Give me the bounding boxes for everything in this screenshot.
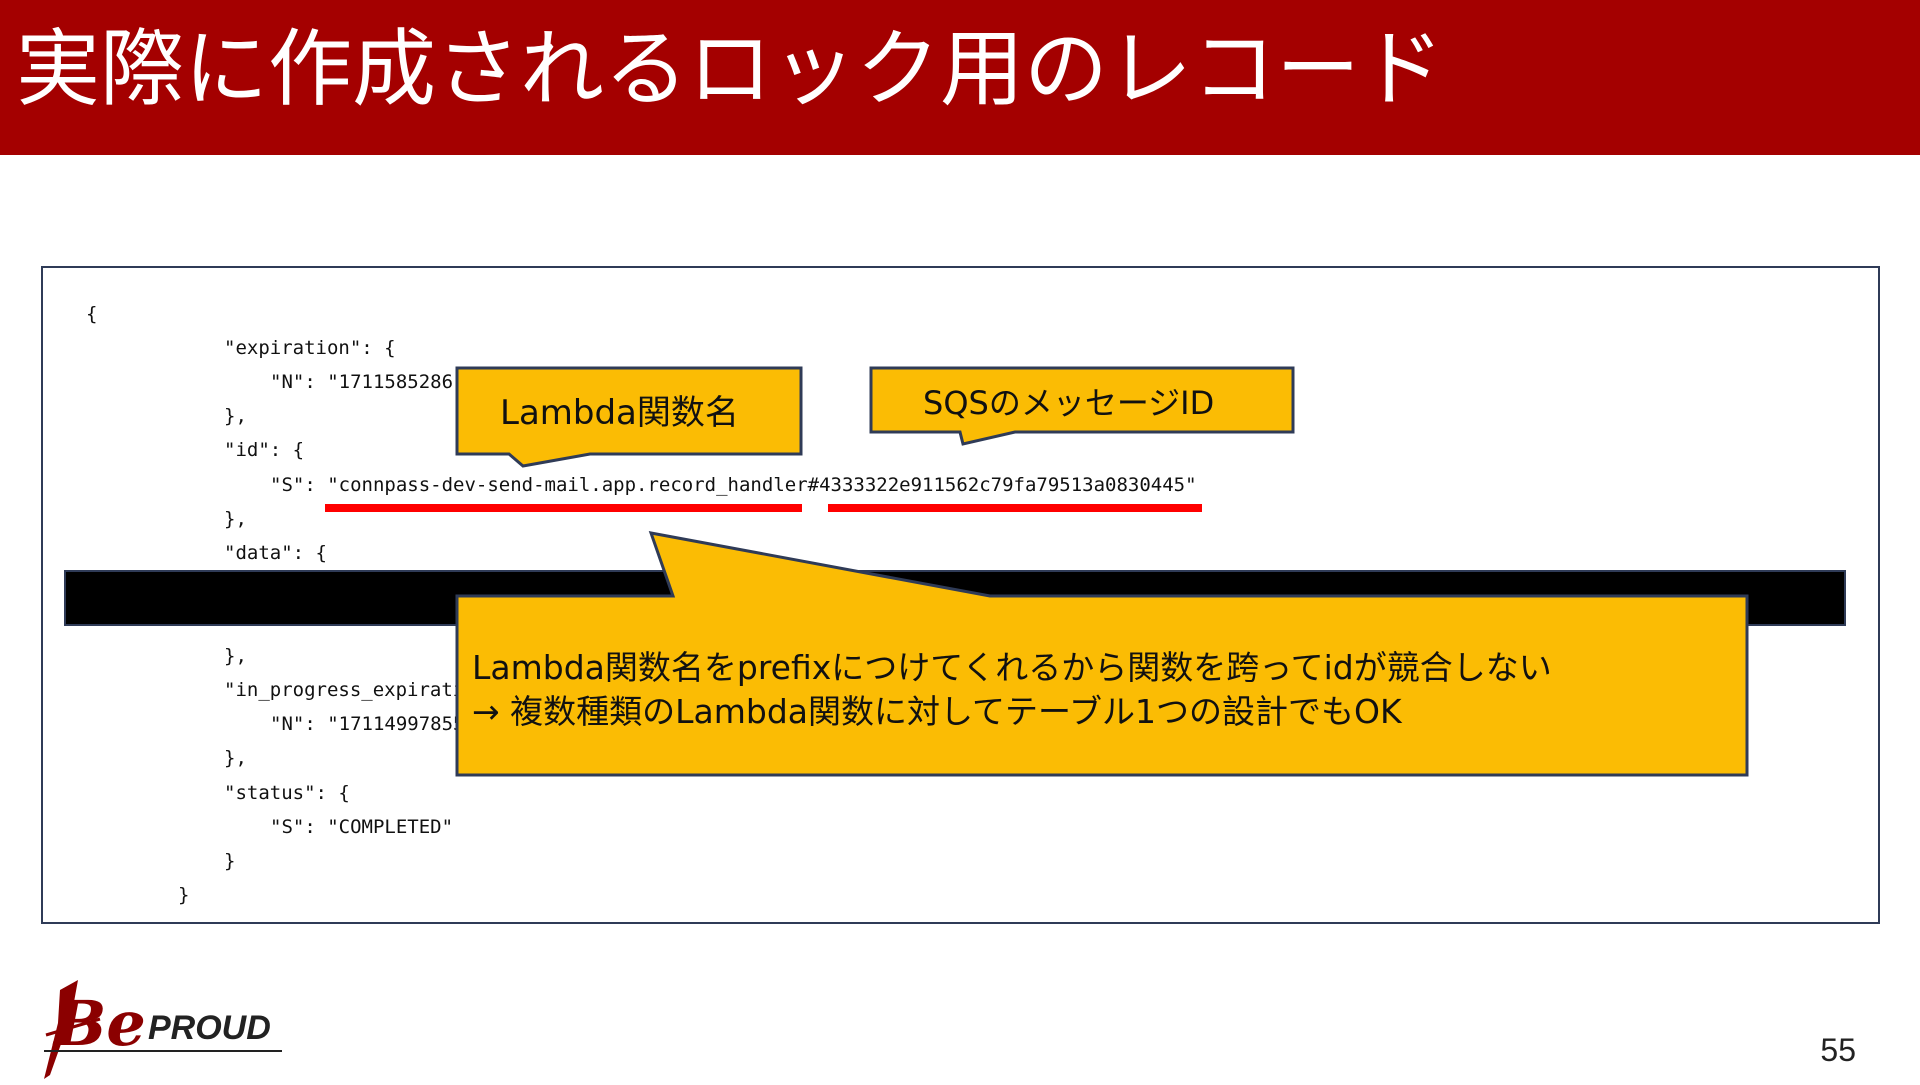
- beproud-logo: Be PROUD: [44, 980, 282, 1079]
- callout-note-line-1: Lambda関数名をprefixにつけてくれるから関数を跨ってidが競合しない: [472, 648, 1552, 687]
- logo-proud-text: PROUD: [148, 1009, 271, 1047]
- logo-be-text: Be: [52, 987, 146, 1060]
- callout-note-line-2: → 複数種類のLambda関数に対してテーブル1つの設計でもOK: [472, 692, 1402, 731]
- callout-sqs-message-id-label: SQSのメッセージID: [923, 384, 1215, 422]
- callout-lambda-name-shape: [455, 366, 1749, 777]
- callout-lambda-name-label: Lambda関数名: [500, 393, 739, 433]
- page-number: 55: [1820, 1032, 1856, 1068]
